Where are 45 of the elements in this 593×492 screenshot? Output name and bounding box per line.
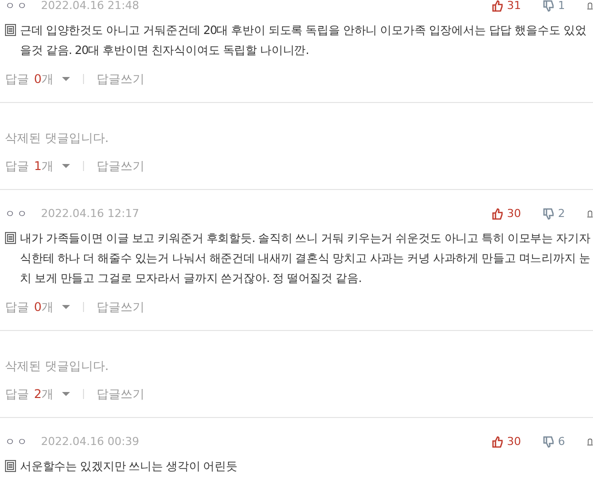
comment-date: 2022.04.16 21:48 — [41, 0, 140, 14]
reply-count-link[interactable]: 0개 — [34, 298, 54, 316]
memo-icon — [5, 460, 16, 472]
thumbs-up-icon — [492, 0, 503, 12]
write-reply-link[interactable]: 답글쓰기 — [96, 385, 145, 403]
report-icon[interactable] — [587, 0, 593, 12]
dislike-button[interactable]: 2 — [543, 206, 565, 222]
memo-icon — [5, 232, 16, 244]
comment-date: 2022.04.16 12:17 — [41, 206, 140, 222]
thumbs-down-icon — [543, 0, 554, 12]
write-reply-link[interactable]: 답글쓰기 — [96, 298, 145, 316]
write-reply-link[interactable]: 답글쓰기 — [96, 70, 145, 88]
reply-label: 답글 — [5, 386, 29, 403]
reply-label: 답글 — [5, 158, 29, 175]
dislike-button[interactable]: 6 — [543, 434, 565, 450]
thumbs-down-icon — [543, 208, 554, 220]
reply-label: 답글 — [5, 71, 29, 88]
thumbs-up-icon — [492, 436, 503, 448]
deleted-comment-text: 삭제된 댓글입니다. — [5, 358, 110, 375]
reply-count-link[interactable]: 2개 — [34, 385, 54, 403]
deleted-comment-text: 삭제된 댓글입니다. — [5, 130, 110, 147]
thumbs-down-icon — [543, 436, 554, 448]
write-reply-link[interactable]: 답글쓰기 — [96, 157, 145, 175]
report-icon[interactable] — [587, 208, 593, 220]
caret-icon[interactable] — [62, 392, 70, 396]
comment-text: 서운할수는 있겠지만 쓰니는 생각이 어린듯 — [20, 458, 238, 475]
author-name: ㅇㅇ — [5, 208, 30, 222]
like-button[interactable]: 31 — [492, 0, 521, 14]
comment-text: 내가 가족들이면 이글 보고 키워준거 후회할듯. 솔직히 쓰니 거둬 키우는거 쉬운것도 아니고 특히 이모부는 자기자식한테 하나 더 해줄수 있는거 나눠서 해준건데 내새끼 결혼식 망치고 사과는 커녕 사과하게 만들고 며느리까지 눈치 보게 만들고 그걸로 모자라서 글까지 쓴거잖아. 정 떨어질것 같음. — [20, 230, 591, 287]
report-icon[interactable] — [587, 436, 593, 448]
caret-icon[interactable] — [62, 164, 70, 168]
like-button[interactable]: 30 — [492, 206, 521, 222]
like-button[interactable]: 30 — [492, 434, 521, 450]
comment-text: 근데 입양한것도 아니고 거둬준건데 20대 후반이 되도록 독립을 안하니 이모가족 입장에서는 답답 했을수도 있었을것 같음. 20대 후반이면 친자식이여도 독립할 나이니깐. — [20, 22, 588, 59]
reply-count-link[interactable]: 1개 — [34, 157, 54, 175]
author-name: ㅇㅇ — [5, 436, 30, 450]
author-name: ㅇㅇ — [5, 0, 30, 14]
reply-count-link[interactable]: 0개 — [34, 70, 54, 88]
reply-label: 답글 — [5, 299, 29, 316]
comment-date: 2022.04.16 00:39 — [41, 434, 140, 450]
dislike-button[interactable]: 1 — [543, 0, 565, 14]
caret-icon[interactable] — [62, 77, 70, 81]
caret-icon[interactable] — [62, 305, 70, 309]
memo-icon — [5, 24, 16, 36]
thumbs-up-icon — [492, 208, 503, 220]
